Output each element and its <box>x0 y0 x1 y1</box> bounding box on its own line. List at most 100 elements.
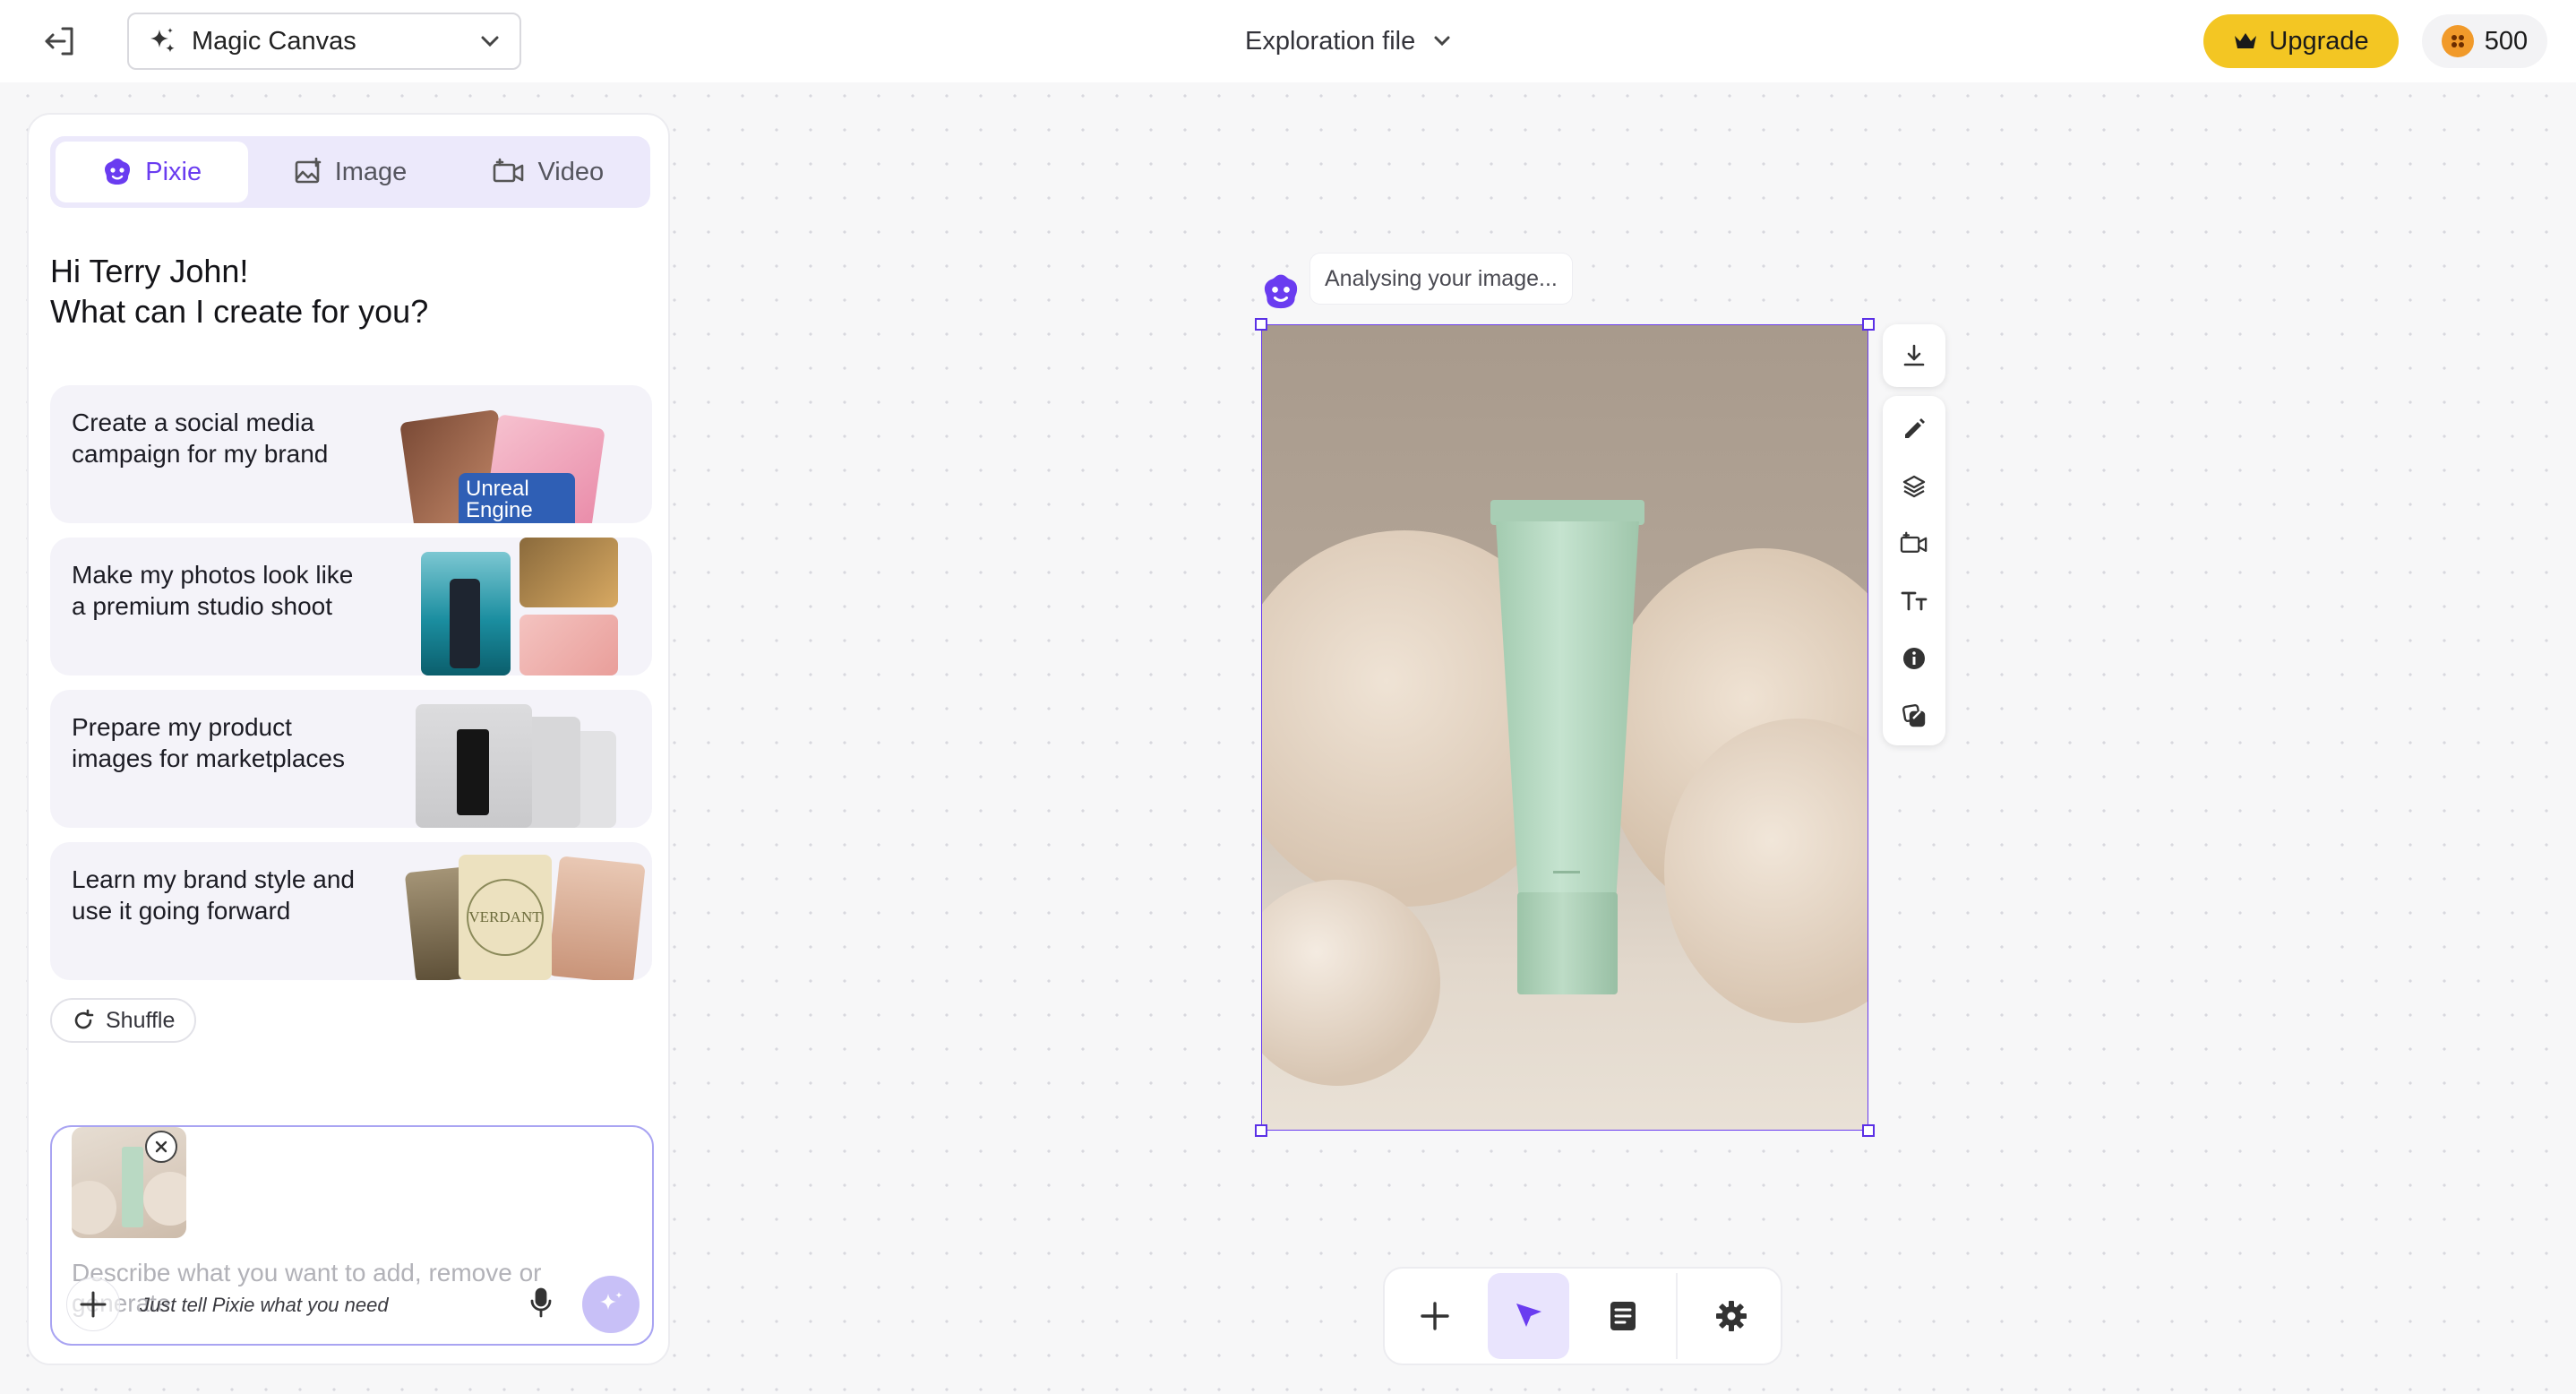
assistant-panel: Pixie Image Video Hi Terry John! What ca… <box>27 113 670 1365</box>
select-tool-button[interactable] <box>1488 1273 1570 1359</box>
exit-button[interactable] <box>36 20 86 63</box>
info-icon <box>1903 648 1925 669</box>
plus-icon <box>80 1291 107 1318</box>
credits-count: 500 <box>2484 26 2529 56</box>
tab-image[interactable]: Image <box>253 142 446 202</box>
status-message: Analysing your image... <box>1309 253 1573 305</box>
shuffle-label: Shuffle <box>106 1007 176 1033</box>
canvas-image-product-tube[interactable] <box>1261 324 1868 1131</box>
tab-label: Image <box>334 157 408 186</box>
video-icon <box>494 158 524 183</box>
suggestion-line: Learn my brand style and <box>72 865 355 893</box>
notes-button[interactable] <box>1582 1273 1663 1359</box>
upgrade-button[interactable]: Upgrade <box>2203 14 2399 68</box>
suggestion-card-marketplace[interactable]: Prepare my product images for marketplac… <box>50 690 652 828</box>
download-icon <box>1903 344 1925 366</box>
cursor-arrow-icon <box>1516 1304 1541 1327</box>
suggestion-card-studio-shoot[interactable]: Make my photos look like a premium studi… <box>50 538 652 675</box>
thumbnail-text: Unreal Engine <box>466 477 533 522</box>
thumbnail: VERDANT <box>459 855 552 980</box>
app-switcher-dropdown[interactable]: Magic Canvas <box>127 13 521 70</box>
text-tool-button[interactable] <box>1894 582 1934 620</box>
refresh-icon <box>74 1009 94 1029</box>
sparkle-icon <box>600 1292 623 1310</box>
chevron-down-icon <box>481 36 499 47</box>
settings-button[interactable] <box>1690 1273 1772 1359</box>
text-size-icon <box>1901 591 1928 611</box>
thumbnail <box>519 538 618 607</box>
layers-tool-button[interactable] <box>1894 468 1934 505</box>
sparkle-icon <box>150 28 175 53</box>
document-icon <box>1610 1302 1636 1330</box>
suggestion-line: Make my photos look like <box>72 561 354 589</box>
suggestion-line: Create a social media <box>72 409 314 436</box>
eraser-icon <box>1902 704 1926 727</box>
resize-handle-top-right[interactable] <box>1862 318 1875 331</box>
microphone-button[interactable] <box>521 1283 561 1322</box>
resize-handle-top-left[interactable] <box>1255 318 1267 331</box>
suggestion-text: Learn my brand style and use it going fo… <box>72 864 376 926</box>
suggestion-line: use it going forward <box>72 897 291 925</box>
thumbnail <box>421 552 511 675</box>
suggestion-thumbnails: Unreal Engine <box>383 385 652 523</box>
pixie-icon <box>105 159 131 185</box>
file-title-dropdown[interactable]: Exploration file <box>1245 22 1453 61</box>
greeting: Hi Terry John! What can I create for you… <box>50 251 641 331</box>
edit-tool-button[interactable] <box>1894 410 1934 448</box>
tab-label: Video <box>537 157 605 186</box>
coin-icon <box>2441 25 2474 57</box>
tab-video[interactable]: Video <box>452 142 645 202</box>
exit-icon <box>45 27 73 56</box>
add-attachment-button[interactable] <box>66 1278 120 1331</box>
image-icon <box>295 158 321 184</box>
shuffle-button[interactable]: Shuffle <box>50 998 197 1043</box>
suggestion-thumbnails <box>383 538 652 675</box>
upgrade-label: Upgrade <box>2269 26 2369 56</box>
suggestion-line: Prepare my product <box>72 713 292 741</box>
greeting-line-2: What can I create for you? <box>50 293 429 330</box>
suggestion-text: Prepare my product images for marketplac… <box>72 711 376 774</box>
status-text: Analysing your image... <box>1325 265 1558 291</box>
suggestion-text: Make my photos look like a premium studi… <box>72 559 376 622</box>
video-tool-button[interactable] <box>1894 525 1934 563</box>
resize-handle-bottom-right[interactable] <box>1862 1124 1875 1137</box>
thumbnail <box>519 615 618 675</box>
thumbnail-text: VERDANT <box>468 908 542 925</box>
download-button[interactable] <box>1883 324 1945 387</box>
tab-pixie[interactable]: Pixie <box>56 142 249 202</box>
microphone-icon <box>530 1287 552 1318</box>
remove-background-tool-button[interactable] <box>1894 697 1934 735</box>
app-name: Magic Canvas <box>192 26 356 56</box>
file-name: Exploration file <box>1245 26 1416 56</box>
remove-attachment-button[interactable] <box>145 1131 177 1163</box>
prompt-composer: Just tell Pixie what you need <box>50 1125 654 1346</box>
pixie-avatar-icon <box>1264 274 1298 309</box>
suggestion-thumbnails: VERDANT <box>383 842 652 980</box>
info-tool-button[interactable] <box>1894 640 1934 677</box>
suggestion-card-social-campaign[interactable]: Create a social media campaign for my br… <box>50 385 652 523</box>
suggestion-line: images for marketplaces <box>72 744 346 772</box>
layers-icon <box>1902 475 1926 498</box>
image-tools <box>1883 396 1945 745</box>
crown-icon <box>2235 33 2257 48</box>
video-icon <box>1900 531 1928 553</box>
resize-handle-bottom-left[interactable] <box>1255 1124 1267 1137</box>
thumbnail <box>547 856 646 980</box>
chevron-down-icon <box>1434 36 1450 47</box>
suggestion-card-brand-style[interactable]: Learn my brand style and use it going fo… <box>50 842 652 980</box>
credits-badge[interactable]: 500 <box>2422 14 2547 68</box>
suggestion-line: a premium studio shoot <box>72 592 333 620</box>
suggestion-list: Create a social media campaign for my br… <box>50 385 652 994</box>
tab-label: Pixie <box>145 157 202 186</box>
greeting-line-1: Hi Terry John! <box>50 253 249 289</box>
mode-tabs: Pixie Image Video <box>50 136 650 208</box>
close-icon <box>155 1140 167 1153</box>
gear-icon <box>1715 1301 1747 1331</box>
top-bar: Magic Canvas Exploration file Upgrade 50… <box>0 0 2576 82</box>
add-button[interactable] <box>1394 1273 1475 1359</box>
generate-button[interactable] <box>582 1276 640 1333</box>
thumbnail <box>416 704 532 828</box>
pencil-icon <box>1905 418 1925 438</box>
plus-icon <box>1420 1302 1449 1330</box>
suggestion-thumbnails <box>383 690 652 828</box>
